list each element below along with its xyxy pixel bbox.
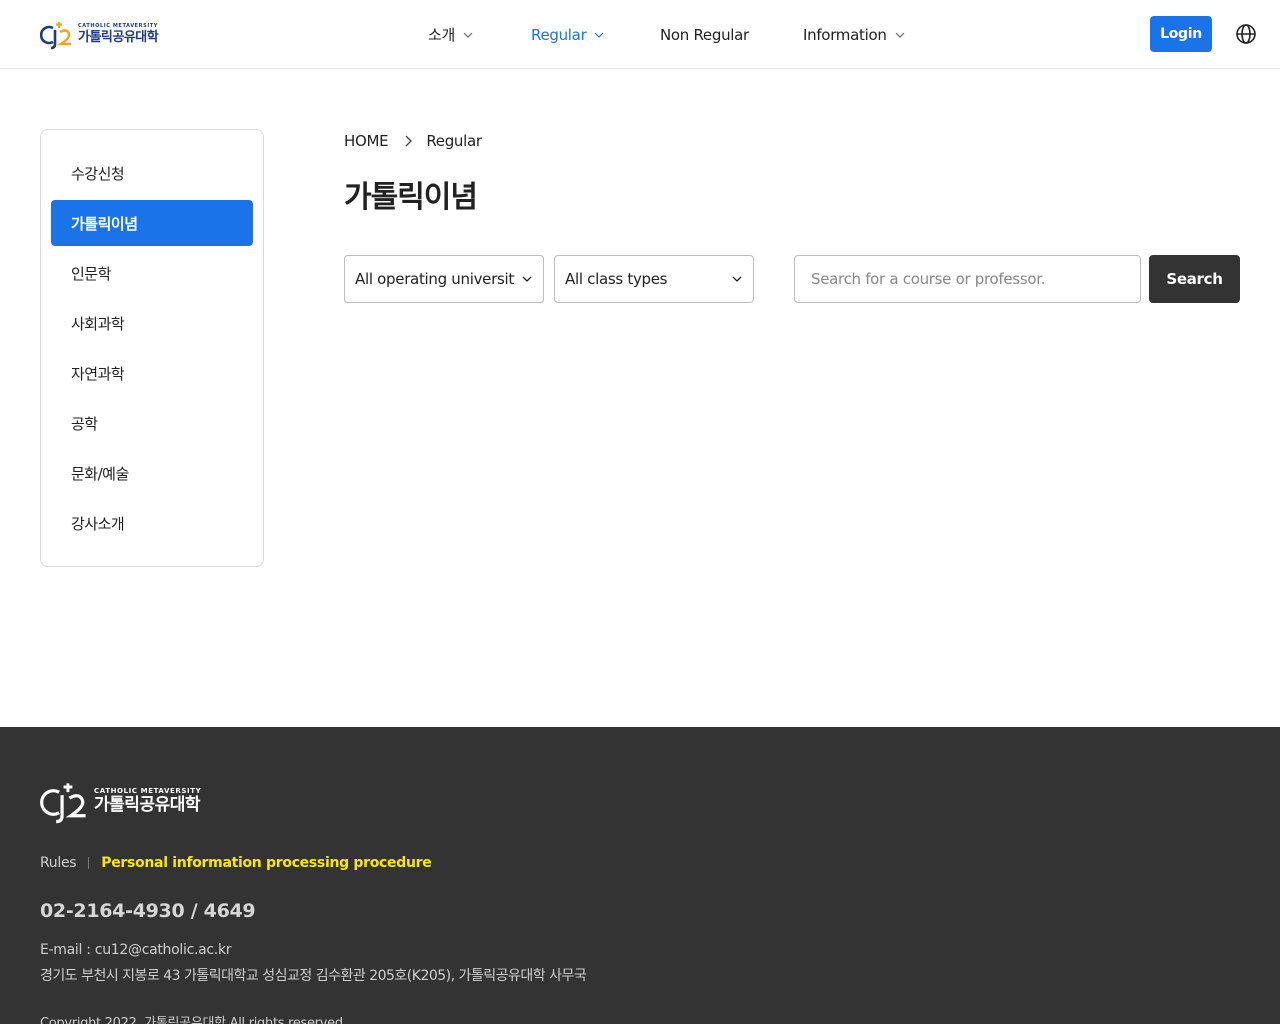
site-header: CATHOLIC METAVERSITY 가톨릭공유대학 소개 Regular …	[0, 0, 1280, 69]
nav-item-label: 소개	[428, 26, 456, 44]
chevron-down-icon	[595, 32, 604, 38]
nav-item-non-regular[interactable]: Non Regular	[660, 26, 749, 44]
footer-logo: CATHOLIC METAVERSITY 가톨릭공유대학	[40, 777, 201, 825]
sidebar-item-instructors[interactable]: 강사소개	[51, 500, 253, 546]
footer-logo-text: CATHOLIC METAVERSITY 가톨릭공유대학	[94, 788, 201, 814]
search-button[interactable]: Search	[1149, 255, 1240, 303]
logo-subtitle: CATHOLIC METAVERSITY	[78, 23, 159, 29]
nav-item-label: Non Regular	[660, 25, 749, 44]
breadcrumb-home[interactable]: HOME	[344, 132, 389, 150]
logo-mark-icon	[40, 783, 86, 824]
sidebar-item-social-science[interactable]: 사회과학	[51, 300, 253, 346]
footer-phone: 02-2164-4930 / 4649	[40, 900, 256, 922]
site-logo[interactable]: CATHOLIC METAVERSITY 가톨릭공유대학	[40, 18, 159, 50]
footer-email: E-mail : cu12@catholic.ac.kr	[40, 942, 232, 958]
chevron-down-icon	[522, 276, 532, 282]
class-type-select-value: All class types	[565, 270, 668, 288]
footer-logo-subtitle: CATHOLIC METAVERSITY	[94, 787, 202, 795]
sidebar-item-catholic-ideology[interactable]: 가톨릭이념	[51, 200, 253, 246]
site-footer: CATHOLIC METAVERSITY 가톨릭공유대학 Rules Perso…	[0, 727, 1280, 1024]
class-type-select[interactable]: All class types	[554, 255, 754, 303]
footer-address: 경기도 부천시 지봉로 43 가톨릭대학교 성심교정 김수환관 205호(K20…	[40, 968, 587, 984]
course-search-input[interactable]	[794, 255, 1141, 303]
nav-item-information[interactable]: Information	[803, 26, 905, 44]
chevron-down-icon	[732, 276, 742, 282]
sidebar-item-culture-art[interactable]: 문화/예술	[51, 450, 253, 496]
chevron-down-icon	[895, 32, 904, 38]
chevron-down-icon	[463, 32, 473, 38]
university-select[interactable]: All operating university	[344, 255, 544, 303]
nav-item-label: Information	[803, 25, 887, 44]
footer-links: Rules Personal information processing pr…	[40, 855, 432, 871]
category-sidebar: 수강신청 가톨릭이념 인문학 사회과학 자연과학 공학 문화/예술 강사소개	[40, 129, 264, 567]
sidebar-item-humanities[interactable]: 인문학	[51, 250, 253, 296]
login-button[interactable]: Login	[1150, 16, 1212, 52]
sidebar-item-enrollment[interactable]: 수강신청	[51, 150, 253, 196]
nav-item-intro[interactable]: 소개	[428, 24, 473, 45]
logo-text: CATHOLIC METAVERSITY 가톨릭공유대학	[78, 23, 159, 45]
nav-item-label: Regular	[531, 25, 587, 44]
globe-icon[interactable]	[1235, 23, 1257, 45]
logo-mark-icon	[40, 22, 71, 50]
chevron-right-icon	[405, 135, 413, 147]
footer-copyright: Copyright 2022. 가톨릭공유대학 All rights reser…	[40, 1016, 347, 1024]
nav-item-regular[interactable]: Regular	[531, 26, 604, 44]
breadcrumb: HOME Regular	[344, 132, 482, 150]
university-select-value: All operating university	[355, 270, 515, 288]
sidebar-item-engineering[interactable]: 공학	[51, 400, 253, 446]
footer-logo-title: 가톨릭공유대학	[94, 795, 200, 815]
logo-title: 가톨릭공유대학	[78, 30, 159, 45]
footer-link-divider	[88, 857, 90, 869]
sidebar-item-natural-science[interactable]: 자연과학	[51, 350, 253, 396]
footer-link-privacy[interactable]: Personal information processing procedur…	[101, 855, 431, 871]
breadcrumb-current: Regular	[426, 132, 482, 150]
footer-link-rules[interactable]: Rules	[40, 855, 77, 871]
page-title: 가톨릭이념	[344, 180, 478, 215]
